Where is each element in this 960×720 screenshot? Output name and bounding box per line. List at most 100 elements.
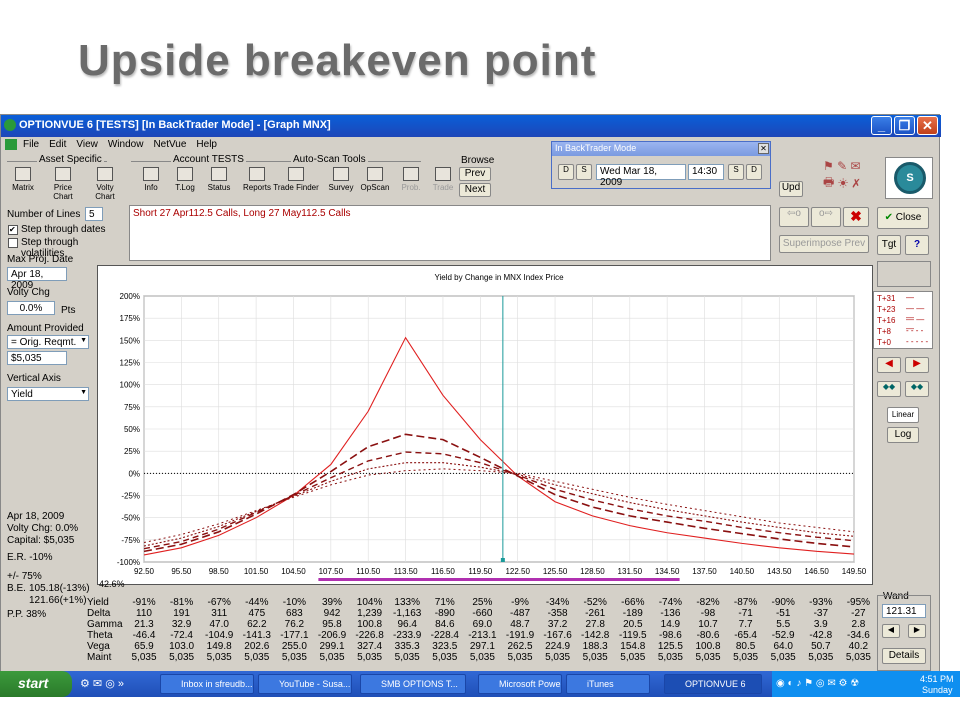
taskbar-task[interactable]: OPTIONVUE 6 [664,674,762,694]
table-cell: -98.6 [658,630,682,641]
step-dates-checkbox[interactable]: ✔ [8,225,18,235]
taskbar-task[interactable]: Microsoft Power... [478,674,562,694]
table-cell: -27 [851,608,866,619]
forward-arrow-button[interactable]: o⇨ [811,207,841,227]
toolbar-matrix-button[interactable]: Matrix [5,165,41,199]
table-cell: -46.4 [132,630,156,641]
max-proj-input[interactable]: Apr 18, 2009 [7,267,67,291]
wand-left-icon[interactable]: ◀ [882,624,900,638]
table-cell: -233.9 [393,630,422,641]
shift-left-icon[interactable]: ◆◆ [877,381,901,397]
start-button[interactable]: start [0,671,72,697]
reports-icon [249,167,265,181]
toolbar-prob--button[interactable]: Prob. [393,165,429,199]
taskbar-task[interactable]: SMB OPTIONS T... [360,674,466,694]
yield-chart[interactable]: Yield by Change in MNX Index Price 200% 17… [97,265,873,585]
amount-value-field[interactable]: $5,035 [7,351,67,365]
prev-button[interactable]: Prev [459,167,491,181]
close-window-button[interactable]: ✕ [917,116,938,135]
linear-button[interactable]: Linear [887,407,919,423]
shift-right-icon[interactable]: ◆◆ [905,381,929,397]
toolbar-reports-button[interactable]: Reports [239,165,275,199]
log-button[interactable]: Log [887,427,919,443]
toolbar-survey-button[interactable]: Survey [323,165,359,199]
amount-provided-select[interactable]: = Orig. Reqmt. ▼ [7,335,89,349]
table-cell: 299.1 [319,641,345,652]
maximize-button[interactable]: ❐ [894,116,915,135]
x-tick-label: 149.50 [842,567,867,576]
back-arrow-button[interactable]: ⇦o [779,207,809,227]
toolbar-status-button[interactable]: Status [201,165,237,199]
table-cell: -52% [583,597,607,608]
check-icon: ✔ [884,212,894,223]
menu-item-help[interactable]: Help [196,139,217,150]
toolbar-t-log-button[interactable]: T.Log [167,165,203,199]
wand-cursor-marker[interactable] [500,558,505,562]
table-cell: -34.6 [846,630,870,641]
minimize-button[interactable]: _ [871,116,892,135]
menu-item-window[interactable]: Window [108,139,144,150]
table-cell: 65.9 [134,641,154,652]
table-cell: -189 [622,608,643,619]
help-button[interactable]: ? [905,235,929,255]
toolbar-trade-button[interactable]: Trade [425,165,461,199]
toolbar-volty-chart-button[interactable]: Volty Chart [87,165,123,201]
taskbar-task[interactable]: Inbox in sfreudb... [160,674,254,694]
toolbar-price-chart-button[interactable]: Price Chart [45,165,81,201]
chart-svg: Yield by Change in MNX Index Price 200% 17… [117,273,867,581]
volty-chg-input[interactable]: 0.0% [7,301,55,315]
details-button[interactable]: Details [882,648,926,664]
tgt-button[interactable]: Tgt [877,235,901,255]
y-tick-label: 200% [120,292,140,301]
table-cell: 100.8 [357,619,383,630]
wand-value-input[interactable]: 121.31 [882,604,926,618]
menu-item-view[interactable]: View [76,139,98,150]
table-cell: -167.6 [543,630,572,641]
table-cell: -37 [813,608,829,619]
system-tray: ◉ ◐ ♪ ⚑ ◎ ✉ ⚙ ☢ 4:51 PM Sunday [772,671,960,697]
upd-button[interactable]: Upd [779,181,803,197]
backtrader-close-icon[interactable]: ✕ [758,143,769,154]
step-back-day-button[interactable]: D [558,164,574,180]
toolbar-opscan-button[interactable]: OpScan [357,165,393,199]
y-tick-label: 50% [124,425,140,434]
backtrader-date-field[interactable]: Wed Mar 18, 2009 [596,164,686,188]
table-cell: 20.5 [623,619,643,630]
table-cell: -42.8 [809,630,833,641]
taskbar-task[interactable]: YouTube - Susa... [258,674,352,694]
toolbar-info-button[interactable]: Info [133,165,169,199]
taskbar-task[interactable]: iTunes [566,674,650,694]
vertical-axis-select[interactable]: Yield ▼ [7,387,89,401]
step-vols-checkbox[interactable] [8,238,18,248]
menu-item-edit[interactable]: Edit [49,139,66,150]
next-button[interactable]: Next [459,183,491,197]
superimpose-prev-button[interactable]: Superimpose Prev [779,235,869,253]
info-volty: Volty Chg: 0.0% [7,523,79,534]
window-titlebar: OPTIONVUE 6 [TESTS] [In BackTrader Mode]… [1,115,941,137]
vertical-axis-label: Vertical Axis [7,373,61,384]
backtrader-time-field[interactable]: 14:30 [688,164,724,180]
delete-icon[interactable]: ✖ [843,207,869,227]
tray-icons: ◉ ◐ ♪ ⚑ ◎ ✉ ⚙ ☢ [776,678,860,689]
arrow-right-icon[interactable]: ▶ [905,357,929,373]
menu-item-file[interactable]: File [23,139,39,150]
table-row-header: Delta [87,608,111,619]
x-tick-label: 134.50 [655,567,680,576]
table-cell: 100.8 [695,641,721,652]
wand-right-icon[interactable]: ▶ [908,624,926,638]
menu-item-netvue[interactable]: NetVue [153,139,186,150]
close-button[interactable]: ✔ Close [877,207,929,229]
step-back-s-button[interactable]: S [576,164,592,180]
x-tick-label: 143.50 [767,567,792,576]
step-forward-day-button[interactable]: D [746,164,762,180]
step-forward-s-button[interactable]: S [728,164,744,180]
num-lines-input[interactable]: 5 [85,207,103,221]
table-cell: 84.6 [435,619,455,630]
backtrader-dialog: In BackTrader Mode ✕ D S Wed Mar 18, 200… [551,141,771,189]
arrow-left-icon[interactable]: ◀ [877,357,901,373]
table-cell: 69.0 [472,619,493,630]
strategy-description[interactable]: Short 27 Apr112.5 Calls, Long 27 May112.… [129,205,771,261]
toolbar-label: Volty Chart [95,183,115,201]
group-account: Account TESTS [171,154,246,165]
toolbar-trade-finder-button[interactable]: Trade Finder [273,165,319,199]
